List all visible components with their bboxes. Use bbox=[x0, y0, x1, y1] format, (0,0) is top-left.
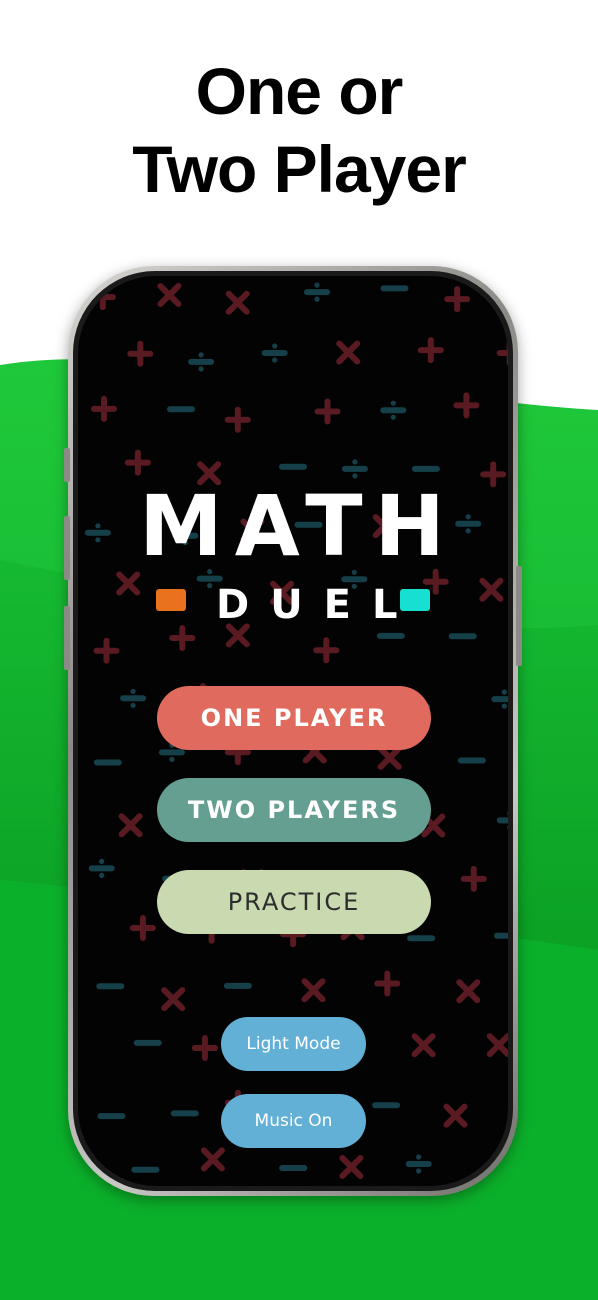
light-mode-button[interactable]: Light Mode bbox=[221, 1017, 366, 1071]
logo-subtitle: DUEL bbox=[216, 582, 419, 628]
logo-title: MATH bbox=[139, 477, 457, 575]
logo-orange-square bbox=[156, 589, 186, 611]
phone-frame: MATH DUEL ONE PLAYER TWO PLAYERS PRACTIC… bbox=[64, 266, 522, 1196]
phone-volume-down bbox=[64, 606, 70, 670]
headline-line-1: One or bbox=[195, 54, 404, 128]
phone-side-button bbox=[64, 448, 70, 482]
app-screen: MATH DUEL ONE PLAYER TWO PLAYERS PRACTIC… bbox=[78, 276, 508, 1186]
music-toggle-button[interactable]: Music On bbox=[221, 1094, 366, 1148]
headline-line-2: Two Player bbox=[132, 132, 467, 206]
one-player-button[interactable]: ONE PLAYER bbox=[157, 686, 431, 750]
headline: One or Two Player bbox=[0, 52, 598, 208]
two-players-button[interactable]: TWO PLAYERS bbox=[157, 778, 431, 842]
phone-volume-up bbox=[64, 516, 70, 580]
phone-power-button bbox=[516, 566, 522, 666]
practice-button[interactable]: PRACTICE bbox=[157, 870, 431, 934]
logo-cyan-square bbox=[400, 589, 430, 611]
